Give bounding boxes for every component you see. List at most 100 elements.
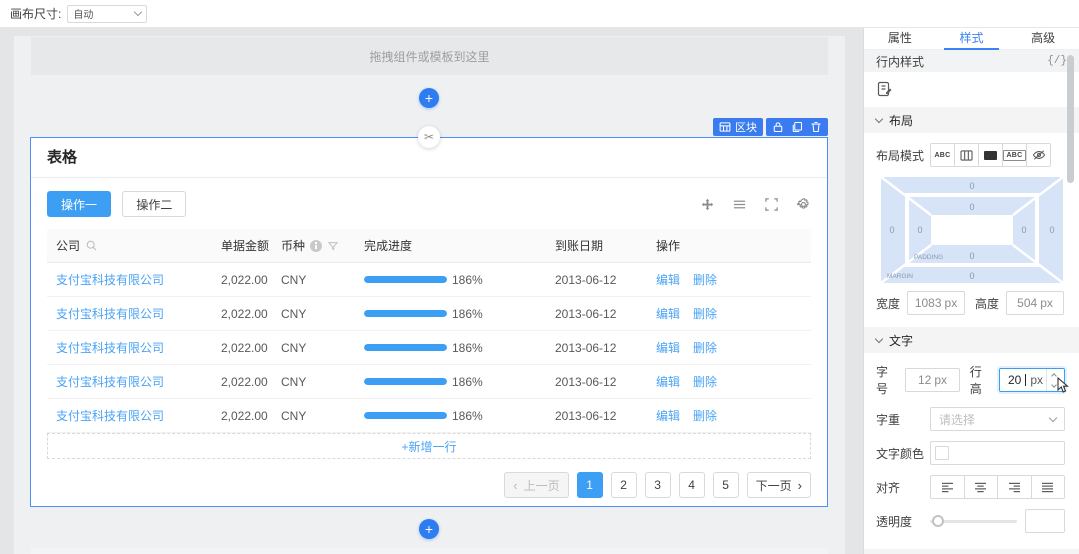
padding-left-value[interactable]: 0: [917, 225, 922, 235]
dropzone-text: 拖拽组件或模板到这里: [369, 49, 490, 64]
table-row: 支付宝科技有限公司 2,022.00 CNY 186% 2013-06-12 编辑 删除: [47, 399, 811, 433]
company-link[interactable]: 支付宝科技有限公司: [56, 271, 164, 288]
block-badge[interactable]: 区块: [713, 118, 763, 136]
align-group: [930, 475, 1065, 499]
company-link[interactable]: 支付宝科技有限公司: [56, 373, 164, 390]
lock-icon[interactable]: [772, 121, 784, 133]
row-action-link[interactable]: 编辑: [656, 407, 680, 424]
chevron-down-icon: [874, 334, 884, 343]
table-block[interactable]: 表格 操作一 操作二 公司 单据金额 币种 完成进度 到账日期 操作 支付宝科技…: [30, 137, 828, 507]
inline-style-header: 行内样式 {/}: [864, 50, 1079, 72]
layout-mode-hidden[interactable]: [1026, 143, 1051, 167]
margin-top-value[interactable]: 0: [969, 181, 974, 191]
row-action-link[interactable]: 编辑: [656, 339, 680, 356]
tab-style[interactable]: 样式: [936, 26, 1008, 50]
margin-left-value[interactable]: 0: [889, 225, 894, 235]
info-icon[interactable]: [310, 239, 323, 252]
row-action-link[interactable]: 删除: [693, 407, 717, 424]
layout-mode-inline-block[interactable]: ABC: [1002, 143, 1027, 167]
layout-mode-block[interactable]: [978, 143, 1003, 167]
opacity-input[interactable]: [1025, 509, 1065, 533]
chevron-down-icon: [874, 114, 884, 123]
progress-label: 186%: [452, 306, 483, 321]
slider-handle[interactable]: [932, 515, 944, 527]
col-header-company: 公司: [47, 237, 212, 254]
next-page-button[interactable]: 下一页 ›: [746, 472, 811, 498]
row-action-link[interactable]: 删除: [693, 305, 717, 322]
table-block-icon: [719, 122, 731, 132]
padding-bottom-value[interactable]: 0: [969, 251, 974, 261]
row-action-link[interactable]: 删除: [693, 373, 717, 390]
add-section-button-top[interactable]: +: [419, 88, 439, 108]
text-caret: [1025, 374, 1027, 386]
company-link[interactable]: 支付宝科技有限公司: [56, 305, 164, 322]
gear-icon[interactable]: [796, 197, 811, 212]
padding-top-value[interactable]: 0: [969, 202, 974, 212]
page-button[interactable]: 1: [576, 472, 603, 498]
box-model-diagram[interactable]: 0 0 0 0 0 0 0 0 PADDING MARGIN: [880, 177, 1063, 283]
prev-page-button[interactable]: ‹ 上一页: [504, 472, 569, 498]
fullscreen-icon[interactable]: [764, 197, 779, 212]
progress-bar: [364, 412, 447, 419]
row-action-link[interactable]: 编辑: [656, 271, 680, 288]
page-button[interactable]: 5: [712, 472, 739, 498]
opacity-row: 透明度: [864, 499, 1079, 533]
layout-mode-inline[interactable]: ABC: [930, 143, 955, 167]
block-tools: [766, 118, 828, 136]
mouse-cursor: [1057, 377, 1069, 393]
search-icon[interactable]: [85, 239, 98, 252]
section-text[interactable]: 文字: [864, 327, 1079, 353]
tab-advanced[interactable]: 高级: [1007, 26, 1079, 49]
page-button[interactable]: 4: [678, 472, 705, 498]
scissors-icon: ✂: [423, 130, 435, 144]
align-right-button[interactable]: [997, 475, 1032, 499]
font-weight-select[interactable]: 请选择: [930, 407, 1065, 431]
width-input[interactable]: 1083 px: [907, 291, 966, 315]
table-body: 支付宝科技有限公司 2,022.00 CNY 186% 2013-06-12 编辑 删除 支付…: [47, 263, 811, 433]
align-left-button[interactable]: [930, 475, 965, 499]
layout-mode-columns[interactable]: [954, 143, 979, 167]
action-two-button[interactable]: 操作二: [122, 191, 187, 217]
dropzone[interactable]: 拖拽组件或模板到这里: [31, 37, 828, 75]
align-justify-button[interactable]: [1030, 475, 1065, 499]
action-one-button[interactable]: 操作一: [47, 191, 112, 217]
text-color-picker[interactable]: [930, 441, 1065, 465]
row-action-link[interactable]: 删除: [693, 271, 717, 288]
add-row-button[interactable]: +新增一行: [47, 433, 811, 459]
tab-attributes[interactable]: 属性: [864, 26, 936, 49]
code-editor-toggle[interactable]: {/}: [1047, 55, 1067, 67]
section-background[interactable]: 背景: [864, 549, 1079, 554]
padding-right-value[interactable]: 0: [1021, 225, 1026, 235]
margin-bottom-value[interactable]: 0: [969, 271, 974, 281]
format-painter-icon[interactable]: [876, 80, 893, 98]
row-action-link[interactable]: 编辑: [656, 373, 680, 390]
margin-label: MARGIN: [887, 273, 913, 280]
row-action-link[interactable]: 删除: [693, 339, 717, 356]
plus-icon: +: [424, 90, 434, 106]
canvas-size-select[interactable]: 自动: [67, 4, 148, 23]
text-color-row: 文字颜色: [864, 431, 1079, 465]
company-link[interactable]: 支付宝科技有限公司: [56, 407, 164, 424]
progress-bar: [364, 344, 447, 351]
split-section-button[interactable]: ✂: [418, 126, 440, 148]
reload-icon[interactable]: [700, 197, 715, 212]
page-button[interactable]: 3: [644, 472, 671, 498]
margin-right-value[interactable]: 0: [1049, 225, 1054, 235]
add-section-button-bottom[interactable]: +: [419, 519, 439, 539]
company-link[interactable]: 支付宝科技有限公司: [56, 339, 164, 356]
table-setting-icons: [700, 197, 811, 212]
opacity-slider[interactable]: [930, 509, 1017, 533]
table-toolbar: 操作一 操作二: [47, 191, 811, 217]
page-button[interactable]: 2: [610, 472, 637, 498]
trash-icon[interactable]: [810, 121, 822, 133]
height-input[interactable]: 504 px: [1006, 291, 1065, 315]
line-height-input[interactable]: 20 px: [998, 368, 1069, 393]
align-center-button[interactable]: [963, 475, 998, 499]
row-action-link[interactable]: 编辑: [656, 305, 680, 322]
font-size-input[interactable]: 12 px: [905, 368, 960, 392]
density-icon[interactable]: [732, 197, 747, 212]
filter-icon[interactable]: [327, 240, 339, 252]
copy-icon[interactable]: [791, 121, 803, 133]
section-layout[interactable]: 布局: [864, 107, 1079, 133]
panel-scrollbar-thumb[interactable]: [1067, 55, 1074, 183]
